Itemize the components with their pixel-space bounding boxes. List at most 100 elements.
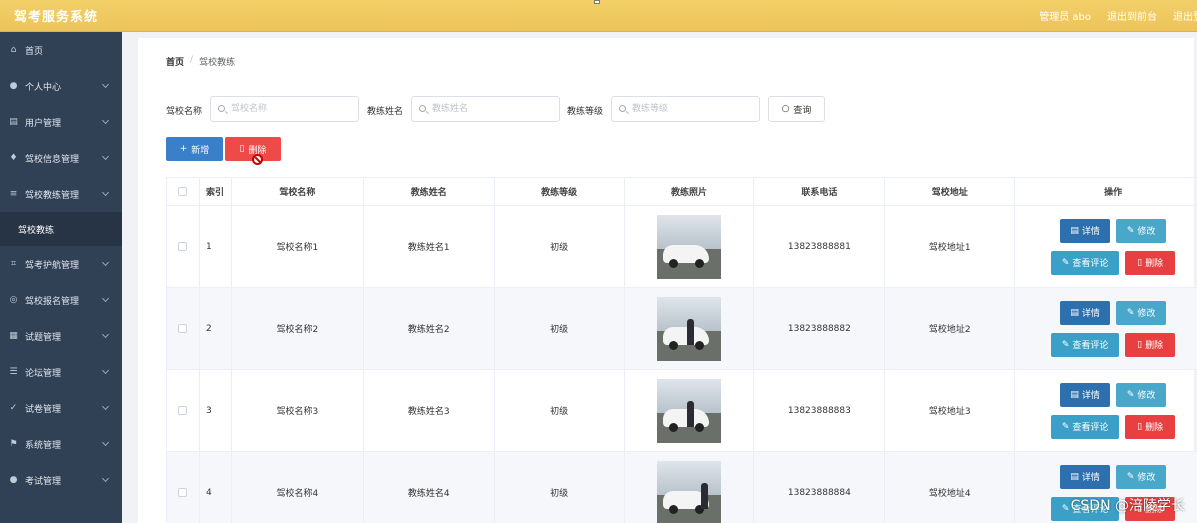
header-school: 驾校名称	[232, 178, 364, 205]
detail-button[interactable]: ▤ 详情	[1060, 382, 1111, 407]
comment-label: 查看评论	[1072, 341, 1109, 351]
sidebar-item-label: 用户管理	[25, 118, 62, 129]
sidebar-item-label: 驾校信息管理	[25, 154, 80, 165]
edit-label: 修改	[1137, 309, 1156, 319]
user-icon: ●	[9, 81, 18, 91]
sidebar-item-label: 驾校教练	[18, 225, 55, 236]
row-delete-button[interactable]: ▯ 删除	[1125, 332, 1176, 357]
edit-button[interactable]: ✎ 修改	[1116, 218, 1167, 243]
sidebar-item-coach-mgmt[interactable]: ≡ 驾校教练管理	[0, 176, 122, 212]
edit-label: 修改	[1137, 391, 1156, 401]
edit-label: 修改	[1137, 227, 1156, 237]
school-label: 驾校名称	[166, 107, 203, 117]
row-delete-button[interactable]: ▯ 删除	[1125, 414, 1176, 439]
add-button[interactable]: + 新增	[166, 137, 223, 161]
school-search-input[interactable]: 驾校名称	[210, 96, 359, 122]
flag-icon: ⚑	[9, 439, 18, 449]
chevron-down-icon	[101, 116, 110, 125]
content-card: 首页 / 驾校教练 驾校名称 驾校名称 教练姓名 教练姓名 教练等级 教练等级 …	[138, 38, 1197, 523]
row-photo-cell	[625, 288, 755, 369]
row-address: 驾校地址3	[885, 370, 1016, 451]
sidebar-item-users[interactable]: ▤ 用户管理	[0, 104, 122, 140]
row-ops: ▤ 详情 ✎ 修改 ✎ 查看评论 ▯ 删除	[1015, 370, 1197, 451]
sidebar-item-exam[interactable]: ● 考试管理	[0, 462, 122, 498]
sidebar-item-questions[interactable]: ▦ 试题管理	[0, 318, 122, 354]
detail-label: 详情	[1081, 227, 1100, 237]
current-user: 管理员 abo	[1039, 12, 1091, 23]
table-header: 索引 驾校名称 教练姓名 教练等级 教练照片 联系电话 驾校地址 操作	[167, 178, 1197, 206]
breadcrumb: 首页 / 驾校教练	[166, 55, 235, 68]
folder-icon: ▤	[9, 117, 18, 127]
header-actions: 管理员 abo 退出到前台 退出登	[1039, 8, 1197, 23]
detail-button[interactable]: ▤ 详情	[1060, 300, 1111, 325]
sidebar-item-label: 个人中心	[25, 82, 62, 93]
detail-button[interactable]: ▤ 详情	[1060, 464, 1111, 489]
sidebar-subitem-coach[interactable]: 驾校教练	[0, 212, 122, 246]
row-checkbox[interactable]	[178, 488, 188, 497]
table-row: 1 驾校名称1 教练姓名1 初级 13823888881 驾校地址1 ▤ 详情 ✎…	[167, 206, 1197, 288]
row-school: 驾校名称4	[232, 452, 364, 523]
coach-label: 教练姓名	[367, 107, 404, 117]
detail-label: 详情	[1081, 391, 1100, 401]
resize-handle[interactable]	[594, 0, 600, 4]
chevron-down-icon	[101, 152, 110, 161]
back-to-front-link[interactable]: 退出到前台	[1107, 8, 1157, 23]
coach-placeholder: 教练姓名	[432, 104, 469, 114]
query-button-label: 查询	[793, 105, 812, 116]
sidebar-item-school-info[interactable]: ♦ 驾校信息管理	[0, 140, 122, 176]
row-checkbox-cell	[167, 452, 200, 523]
view-comments-button[interactable]: ✎ 查看评论	[1051, 332, 1120, 357]
select-all-checkbox[interactable]	[178, 187, 188, 196]
delete-label: 删除	[1145, 259, 1164, 269]
sidebar-item-label: 试卷管理	[25, 404, 62, 415]
detail-icon: ▤	[1070, 307, 1079, 318]
edit-button[interactable]: ✎ 修改	[1116, 300, 1167, 325]
logout-link[interactable]: 退出登	[1173, 8, 1197, 23]
mic-icon: ♦	[9, 153, 18, 163]
row-level: 初级	[495, 370, 625, 451]
query-button[interactable]: ○ 查询	[768, 96, 825, 122]
sidebar-item-personal[interactable]: ● 个人中心	[0, 68, 122, 104]
detail-label: 详情	[1081, 473, 1100, 483]
sidebar-item-forum[interactable]: ☰ 论坛管理	[0, 354, 122, 390]
not-allowed-cursor-icon	[252, 154, 263, 165]
sidebar-item-escort[interactable]: ⌗ 驾考护航管理	[0, 246, 122, 282]
chevron-down-icon	[101, 402, 110, 411]
delete-label: 删除	[1145, 341, 1164, 351]
row-coach: 教练姓名4	[364, 452, 495, 523]
view-comments-button[interactable]: ✎ 查看评论	[1051, 250, 1120, 275]
level-search-input[interactable]: 教练等级	[611, 96, 760, 122]
level-placeholder: 教练等级	[632, 104, 669, 114]
sidebar-item-papers[interactable]: ✓ 试卷管理	[0, 390, 122, 426]
row-index: 2	[200, 288, 232, 369]
crop-icon: ⌗	[10, 259, 17, 269]
breadcrumb-current: 驾校教练	[199, 58, 236, 68]
view-comments-button[interactable]: ✎ 查看评论	[1051, 414, 1120, 439]
sidebar-item-label: 驾考护航管理	[25, 260, 80, 271]
search-icon: ○	[781, 104, 790, 114]
breadcrumb-home[interactable]: 首页	[166, 55, 184, 68]
row-ops: ▤ 详情 ✎ 修改 ✎ 查看评论 ▯ 删除	[1015, 206, 1197, 287]
row-checkbox[interactable]	[178, 242, 188, 251]
chevron-down-icon	[101, 330, 110, 339]
sidebar-item-system[interactable]: ⚑ 系统管理	[0, 426, 122, 462]
breadcrumb-separator: /	[190, 55, 194, 65]
sidebar-item-home[interactable]: ⌂ 首页	[0, 32, 122, 68]
row-delete-button[interactable]: ▯ 删除	[1125, 250, 1176, 275]
row-checkbox[interactable]	[178, 324, 188, 333]
menu-icon: ≡	[9, 189, 18, 199]
edit-button[interactable]: ✎ 修改	[1116, 382, 1167, 407]
chevron-down-icon	[101, 258, 110, 267]
chevron-down-icon	[101, 438, 110, 447]
sidebar-item-enroll[interactable]: ◎ 驾校报名管理	[0, 282, 122, 318]
edit-button[interactable]: ✎ 修改	[1116, 464, 1167, 489]
coach-search-input[interactable]: 教练姓名	[411, 96, 560, 122]
row-school: 驾校名称3	[232, 370, 364, 451]
detail-button[interactable]: ▤ 详情	[1060, 218, 1111, 243]
sidebar-item-label: 驾校教练管理	[25, 190, 80, 201]
chevron-down-icon	[101, 366, 110, 375]
edit-icon: ✎	[1126, 389, 1135, 400]
row-checkbox[interactable]	[178, 406, 188, 415]
row-phone: 13823888883	[754, 370, 886, 451]
header-address: 驾校地址	[885, 178, 1016, 205]
